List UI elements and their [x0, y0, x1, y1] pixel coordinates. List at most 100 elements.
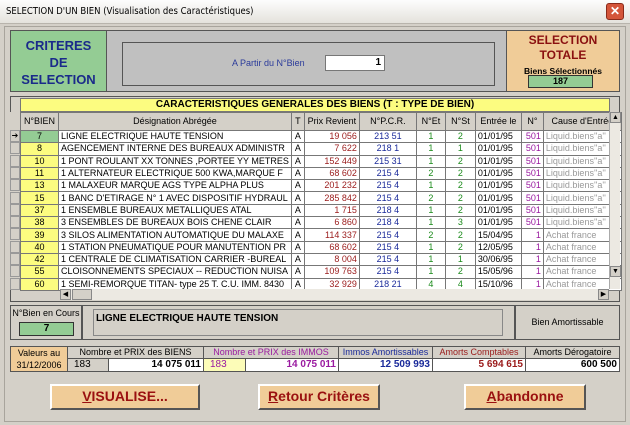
table-cell: 2 — [444, 228, 476, 242]
table-row[interactable]: 42 1 CENTRALE DE CLIMATISATION CARRIER -B… — [20, 252, 622, 267]
row-selector[interactable] — [10, 191, 20, 204]
table-row[interactable]: 39 3 SILOS ALIMENTATION AUTOMATIQUE DU MA… — [20, 228, 622, 242]
table-cell: 215 4 — [358, 252, 417, 267]
current-bien-label: N°Bien en Cours — [12, 308, 80, 318]
scroll-left-icon[interactable]: ◀ — [60, 289, 71, 300]
row-selector[interactable] — [10, 154, 20, 167]
retour-criteres-button[interactable]: Retour Critères — [258, 384, 380, 410]
column-header[interactable]: N°BIEN — [20, 112, 59, 131]
table-cell: A — [290, 265, 305, 279]
table-row[interactable]: 55 CLOISONNEMENTS SPECIAUX -- REDUCTION N… — [20, 265, 622, 279]
table-cell: 1 — [415, 203, 446, 218]
row-selector[interactable] — [10, 228, 20, 241]
table-cell: 109 763 — [303, 265, 360, 279]
from-bien-input[interactable]: 1 — [325, 55, 385, 71]
table-row[interactable]: 13 1 MALAXEUR MARQUE AGS TYPE ALPHA PLUS A… — [20, 179, 622, 193]
table-cell: 11 — [20, 166, 59, 181]
criteria-line: SELECTION — [21, 72, 96, 87]
table-cell: 215 31 — [358, 154, 417, 168]
table-row[interactable]: 7 LIGNE ELECTRIQUE HAUTE TENSION A 19 056 21… — [20, 129, 622, 144]
table-cell: 1 — [444, 142, 476, 156]
table-row[interactable]: 38 3 ENSEMBLES DE BUREAUX BOIS CHENE CLAI… — [20, 216, 622, 230]
table-cell: A — [290, 179, 305, 193]
close-icon[interactable]: ✕ — [606, 3, 624, 20]
table-row[interactable]: 10 1 PONT ROULANT XX TONNES ,PORTEE YY ME… — [20, 154, 622, 168]
scroll-down-icon[interactable]: ▼ — [610, 266, 621, 277]
derogatoire-amount: 600 500 — [525, 358, 620, 372]
horizontal-scrollbar[interactable]: ◀ ▶ — [60, 289, 609, 300]
table-cell: 15 — [20, 191, 59, 205]
table-cell: 2 — [415, 191, 446, 205]
column-header[interactable]: N° — [520, 112, 544, 131]
row-selector[interactable] — [10, 203, 20, 216]
table-cell: 01/01/95 — [474, 142, 522, 156]
table-cell: 3 ENSEMBLES DE BUREAUX BOIS CHENE CLAIR — [58, 216, 292, 230]
row-selector[interactable] — [10, 142, 20, 155]
table-cell: 3 SILOS ALIMENTATION AUTOMATIQUE DU MALA… — [58, 228, 292, 242]
table-row[interactable]: 8 AGENCEMENT INTERNE DES BUREAUX ADMINIST… — [20, 142, 622, 156]
from-label: A Partir du N°Bien — [232, 58, 305, 68]
table-cell: A — [290, 154, 305, 168]
table-cell: 501 — [520, 154, 544, 168]
table-cell: 01/01/95 — [474, 166, 522, 181]
vertical-scrollbar[interactable]: ▲ ▼ — [609, 112, 621, 289]
row-selector[interactable] — [10, 265, 20, 278]
table-cell: 37 — [20, 203, 59, 218]
current-row-arrow-icon[interactable]: ➔ — [10, 130, 20, 142]
table-cell: A — [290, 191, 305, 205]
column-header[interactable]: N°Et — [415, 112, 446, 131]
table-cell: AGENCEMENT INTERNE DES BUREAUX ADMINISTR — [58, 142, 292, 156]
table-cell: 38 — [20, 216, 59, 230]
comptables-amount: 5 694 615 — [432, 358, 526, 372]
column-header[interactable]: N°St — [444, 112, 476, 131]
table-cell: 1 — [444, 252, 476, 267]
table-cell: 1 — [415, 129, 446, 144]
table-row[interactable]: 11 1 ALTERNATEUR ELECTRIQUE 500 KWA,MARQU… — [20, 166, 622, 181]
table-cell: 01/01/95 — [474, 191, 522, 205]
table-cell: 1 — [415, 240, 446, 254]
hotkey: A — [486, 388, 497, 404]
row-selector[interactable] — [10, 216, 20, 229]
table-cell: 01/01/95 — [474, 179, 522, 193]
table-cell: 2 — [444, 154, 476, 168]
biens-table: N°BIEN Désignation Abrégée T Prix Revient N°… — [20, 112, 622, 291]
abandonne-button[interactable]: Abandonne — [464, 384, 586, 410]
table-cell: 2 — [415, 166, 446, 181]
row-selector[interactable] — [10, 179, 20, 192]
table-cell: 1 MALAXEUR MARQUE AGS TYPE ALPHA PLUS — [58, 179, 292, 193]
column-header[interactable]: Prix Revient — [303, 112, 360, 131]
table-cell: 501 — [520, 166, 544, 181]
column-header[interactable]: Désignation Abrégée — [58, 112, 292, 131]
hotkey: R — [268, 388, 279, 404]
scroll-up-icon[interactable]: ▲ — [610, 112, 621, 123]
table-cell: 215 4 — [358, 179, 417, 193]
table-cell: 2 — [444, 129, 476, 144]
row-selector[interactable] — [10, 240, 20, 253]
table-cell: 60 — [20, 277, 59, 291]
table-cell: 19 056 — [303, 129, 360, 144]
table-cell: LIGNE ELECTRIQUE HAUTE TENSION — [58, 129, 292, 144]
table-cell: 15/04/95 — [474, 228, 522, 242]
row-selector[interactable] — [10, 277, 20, 290]
row-selector[interactable] — [10, 166, 20, 179]
table-cell: 39 — [20, 228, 59, 242]
table-cell: 1 BANC D'ETIRAGE N° 1 AVEC DISPOSITIF HY… — [58, 191, 292, 205]
row-selector[interactable] — [10, 253, 20, 265]
table-cell: 1 PONT ROULANT XX TONNES ,PORTEE YY METR… — [58, 154, 292, 168]
amortissable-status: Bien Amortissable — [515, 305, 620, 340]
table-cell: 8 004 — [303, 252, 360, 267]
visualise-button[interactable]: VISUALISE... — [50, 384, 200, 410]
biens-count: 183 — [67, 358, 109, 372]
table-row[interactable]: 15 1 BANC D'ETIRAGE N° 1 AVEC DISPOSITIF … — [20, 191, 622, 205]
scroll-thumb[interactable] — [72, 289, 92, 300]
amortissables-amount: 12 509 993 — [338, 358, 433, 372]
table-row[interactable]: 40 1 STATION PNEUMATIQUE POUR MANUTENTION… — [20, 240, 622, 254]
table-cell: 201 232 — [303, 179, 360, 193]
column-header[interactable]: N°P.C.R. — [358, 112, 417, 131]
table-row[interactable]: 37 1 ENSEMBLE BUREAUX METALLIQUES ATAL A 1 … — [20, 203, 622, 218]
scroll-right-icon[interactable]: ▶ — [598, 289, 609, 300]
table-cell: A — [290, 252, 305, 267]
column-header[interactable]: Entrée le — [474, 112, 522, 131]
selection-panel: SELECTION TOTALE Biens Sélectionnés 187 — [506, 30, 620, 92]
column-header[interactable]: T — [290, 112, 305, 131]
